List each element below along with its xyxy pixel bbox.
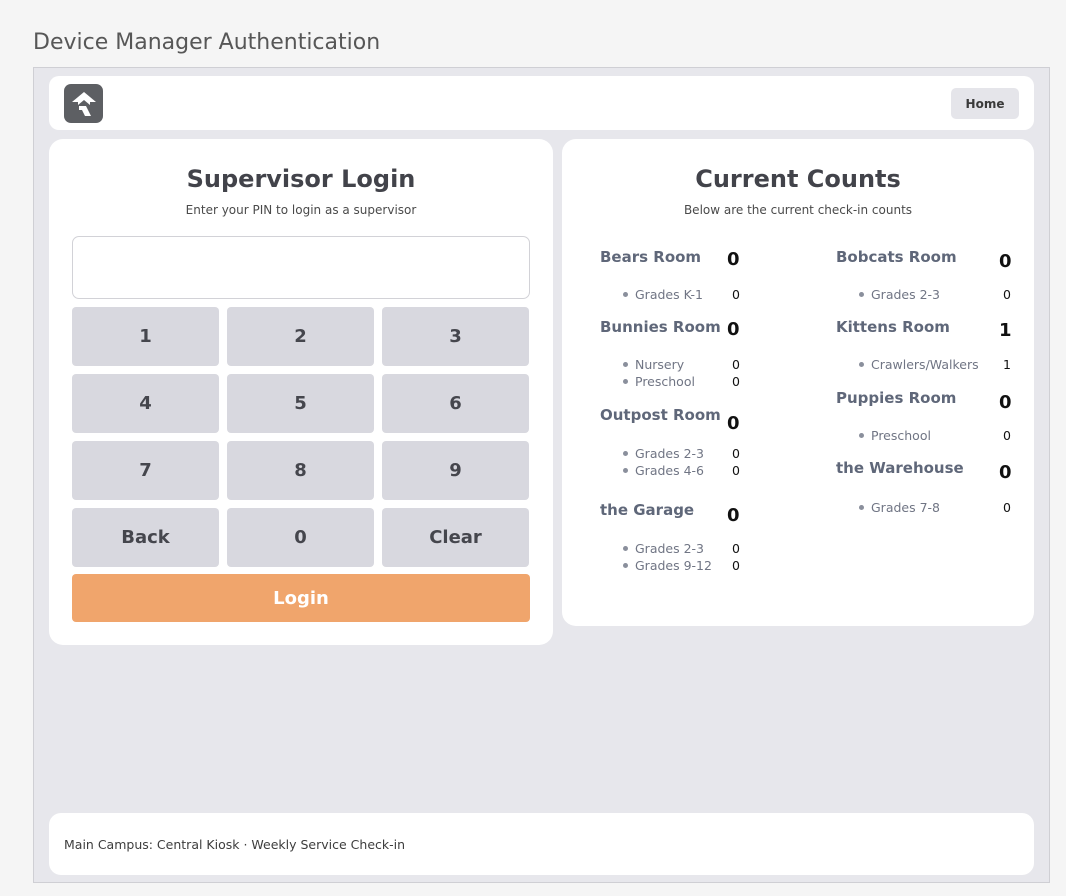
bullet-icon [859,433,864,438]
room-count: 0 [999,392,1012,413]
bullet-icon [859,505,864,510]
pin-input[interactable] [72,236,530,299]
bullet-icon [623,379,628,384]
pin-keypad: 1 2 3 4 5 6 7 8 9 Back 0 Clear [72,307,530,567]
login-button[interactable]: Login [72,574,530,622]
counts-subtitle: Below are the current check-in counts [683,203,913,217]
home-button[interactable]: Home [951,88,1019,119]
group-count: 0 [732,541,740,556]
group-name: Grades 2-3 [635,541,705,556]
key-6[interactable]: 6 [382,374,529,433]
group-name: Preschool [871,428,931,443]
key-7[interactable]: 7 [72,441,219,500]
group-count: 0 [732,357,740,372]
bullet-icon [623,546,628,551]
bullet-icon [859,292,864,297]
supervisor-login-panel: Supervisor Login Enter your PIN to login… [49,139,553,645]
group-count: 0 [732,374,740,389]
bullet-icon [623,292,628,297]
group-count: 0 [1003,428,1011,443]
group-item: Grades 2-3 [623,541,704,556]
room-count: 0 [727,413,740,434]
group-name: Grades 9-12 [635,558,712,573]
group-count: 0 [732,463,740,478]
room-count: 0 [727,249,740,270]
room-count: 0 [727,505,740,526]
group-count: 0 [732,446,740,461]
key-5[interactable]: 5 [227,374,374,433]
group-item: Grades 2-3 [859,287,940,302]
counts-title: Current Counts [695,165,901,193]
room-name: Puppies Room [836,389,957,407]
room-name: the Warehouse [836,459,964,477]
key-3[interactable]: 3 [382,307,529,366]
back-key[interactable]: Back [72,508,219,567]
group-count: 0 [1003,287,1011,302]
bullet-icon [623,563,628,568]
group-name: Preschool [635,374,695,389]
key-2[interactable]: 2 [227,307,374,366]
kiosk-info-text: Main Campus: Central Kiosk · Weekly Serv… [64,837,406,852]
footer-bar: Main Campus: Central Kiosk · Weekly Serv… [49,813,1034,875]
group-item: Preschool [859,428,931,443]
key-8[interactable]: 8 [227,441,374,500]
room-name: Bobcats Room [836,248,957,266]
room-name: Outpost Room [600,406,721,424]
group-item: Crawlers/Walkers [859,357,979,372]
bullet-icon [859,362,864,367]
bullet-icon [623,468,628,473]
group-name: Grades 7-8 [871,500,941,515]
group-item: Grades 2-3 [623,446,704,461]
group-name: Grades 2-3 [635,446,705,461]
top-bar: Home [49,76,1034,130]
room-name: Kittens Room [836,318,950,336]
bullet-icon [623,451,628,456]
group-count: 0 [732,287,740,302]
group-name: Crawlers/Walkers [871,357,979,372]
group-item: Nursery [623,357,684,372]
login-title: Supervisor Login [186,165,416,193]
key-0[interactable]: 0 [227,508,374,567]
group-name: Nursery [635,357,685,372]
bullet-icon [623,362,628,367]
group-count: 1 [1003,357,1011,372]
room-name: Bunnies Room [600,318,721,336]
group-item: Preschool [623,374,695,389]
room-count: 0 [999,251,1012,272]
room-name: Bears Room [600,248,702,266]
group-name: Grades 2-3 [871,287,941,302]
group-name: Grades 4-6 [635,463,705,478]
key-1[interactable]: 1 [72,307,219,366]
group-name: Grades K-1 [635,287,703,302]
group-item: Grades 7-8 [859,500,940,515]
group-count: 0 [1003,500,1011,515]
key-4[interactable]: 4 [72,374,219,433]
current-counts-panel: Current Counts Below are the current che… [562,139,1034,626]
clear-key[interactable]: Clear [382,508,529,567]
group-item: Grades K-1 [623,287,703,302]
room-count: 0 [727,319,740,340]
kiosk-frame: Home Supervisor Login Enter your PIN to … [33,67,1050,883]
login-subtitle: Enter your PIN to login as a supervisor [185,203,417,217]
room-name: the Garage [600,501,695,519]
page-heading: Device Manager Authentication [33,30,381,55]
group-count: 0 [732,558,740,573]
rock-logo-icon[interactable] [64,84,103,123]
group-item: Grades 4-6 [623,463,704,478]
room-count: 0 [999,462,1012,483]
group-item: Grades 9-12 [623,558,712,573]
room-count: 1 [999,320,1012,341]
key-9[interactable]: 9 [382,441,529,500]
